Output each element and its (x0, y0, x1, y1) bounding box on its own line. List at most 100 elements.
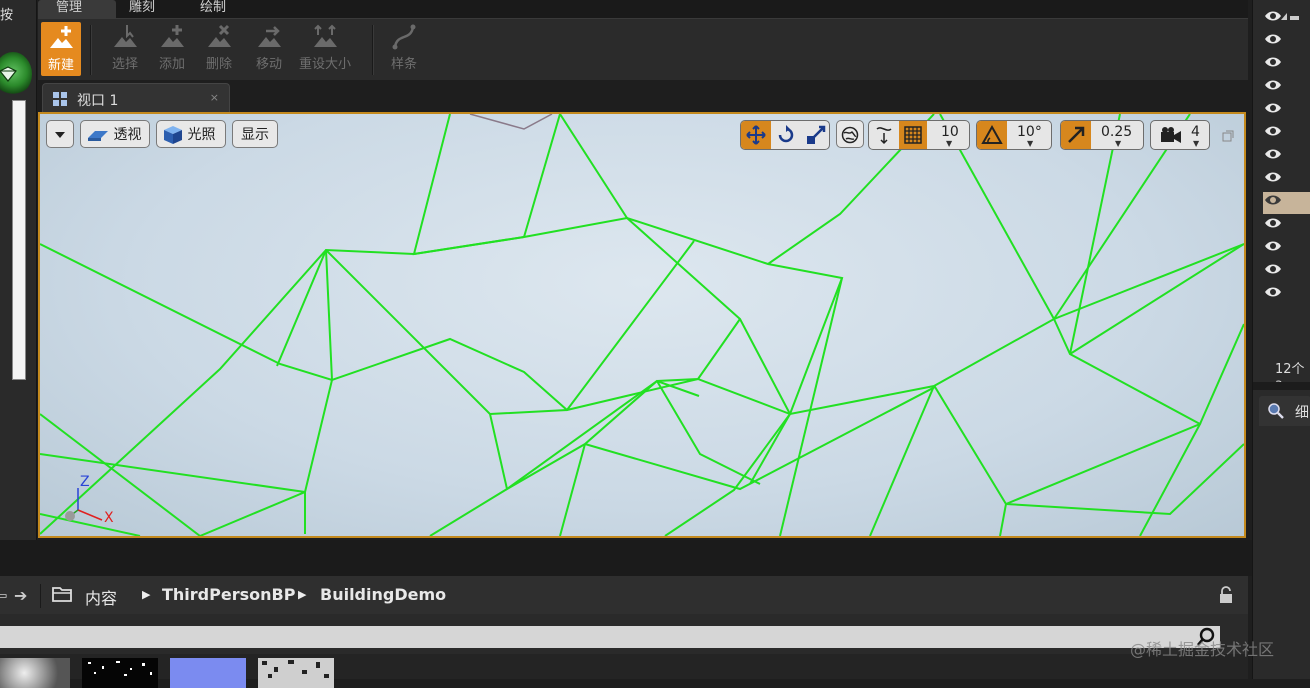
pathbar-divider (40, 584, 41, 608)
watermark: @稀土掘金技术社区 (1130, 640, 1275, 659)
grid-snap-value[interactable]: 10 (941, 124, 959, 140)
select-button[interactable]: 选择 (104, 19, 146, 81)
content-browser-pathbar: ⇦ ➔ 内容 ▶ ThirdPersonBP ▶ BuildingDemo (0, 576, 1248, 614)
breadcrumb-separator-icon[interactable]: ▶ (298, 588, 306, 601)
world-local-toggle[interactable] (836, 120, 864, 148)
visibility-row[interactable] (1263, 77, 1310, 99)
world-outliner-panel: 12个a 细 (1252, 0, 1310, 679)
eye-icon (1265, 126, 1281, 136)
chevron-down-icon (55, 132, 65, 138)
grid-snap-toggle[interactable] (899, 121, 927, 149)
left-scrollbar[interactable] (12, 100, 26, 380)
add-button[interactable]: 添加 (151, 19, 193, 81)
visibility-row[interactable] (1263, 215, 1310, 237)
scale-snap-icon (1068, 126, 1085, 143)
delete-icon (208, 24, 231, 47)
visibility-row[interactable] (1263, 31, 1310, 53)
close-icon[interactable]: × (210, 91, 219, 104)
visibility-row[interactable] (1263, 261, 1310, 283)
mode-tabs: 管理 雕刻 绘制 (38, 0, 1248, 18)
move-button[interactable]: 移动 (245, 19, 293, 81)
viewport-tab-title: 视口 1 (77, 93, 119, 109)
forward-icon[interactable]: ➔ (14, 586, 27, 605)
delete-button[interactable]: 删除 (198, 19, 240, 81)
eye-icon (1265, 195, 1281, 205)
landscape-wireframe (40, 114, 1244, 536)
panel-separator (1253, 382, 1310, 390)
translate-mode-button[interactable] (741, 121, 771, 149)
rotate-icon (778, 125, 794, 143)
back-icon[interactable]: ⇦ (0, 586, 7, 605)
left-panel-label: 按 (0, 8, 14, 23)
camera-speed-group[interactable]: 4 ▼ (1150, 120, 1210, 150)
asset-thumbnail[interactable] (170, 658, 246, 688)
viewport-tab[interactable]: 视口 1 × (42, 83, 230, 113)
rotate-mode-button[interactable] (771, 121, 801, 149)
visibility-row[interactable] (1263, 123, 1310, 145)
move-label: 移动 (255, 57, 282, 72)
details-tab-label: 细 (1295, 405, 1309, 421)
details-tab[interactable]: 细 (1259, 396, 1310, 426)
scale-snap-value[interactable]: 0.25 (1101, 124, 1132, 140)
lock-icon[interactable] (1218, 586, 1234, 604)
globe-icon (841, 126, 859, 144)
chevron-down-icon: ▼ (1115, 139, 1122, 148)
left-panel-strip: 按 (0, 0, 37, 540)
maximize-viewport-icon[interactable] (1222, 130, 1234, 142)
eye-icon (1265, 172, 1281, 182)
visibility-row[interactable] (1263, 284, 1310, 306)
lighting-label: 光照 (187, 127, 216, 143)
visibility-row[interactable] (1263, 169, 1310, 191)
visibility-row[interactable] (1263, 54, 1310, 76)
resize-icon (314, 24, 337, 47)
perspective-button[interactable]: 透视 (80, 120, 150, 148)
tab-paint[interactable]: 绘制 (182, 0, 254, 18)
visibility-row[interactable] (1263, 146, 1310, 168)
show-label: 显示 (241, 127, 269, 143)
rotation-snap-toggle[interactable] (977, 121, 1007, 149)
asset-thumbnail[interactable] (0, 658, 70, 688)
level-viewport[interactable]: 透视 光照 显示 10 ▼ 10° ▼ 0.25 ▼ 4 ▼ Z X (38, 112, 1246, 538)
move-arrows-icon (746, 125, 766, 145)
visibility-row[interactable] (1263, 100, 1310, 122)
rotation-snap-group: 10° ▼ (976, 120, 1052, 150)
breadcrumb-root[interactable]: 内容 (85, 585, 117, 609)
breadcrumb-thirdpersonbp[interactable]: ThirdPersonBP (162, 585, 295, 604)
rotation-snap-value[interactable]: 10° (1017, 124, 1042, 140)
chevron-down-icon: ▼ (946, 139, 953, 148)
details-search-icon (1268, 403, 1284, 419)
new-button[interactable]: 新建 (41, 22, 81, 76)
move-icon (258, 26, 281, 47)
asset-thumbnails (0, 654, 1248, 688)
axis-z-label: Z (80, 474, 90, 490)
spline-button[interactable]: 样条 (384, 19, 424, 81)
breadcrumb-buildingdemo[interactable]: BuildingDemo (320, 585, 446, 604)
asset-thumbnail[interactable] (258, 658, 334, 688)
tab-manage[interactable]: 管理 (38, 0, 116, 18)
surface-snap-button[interactable] (869, 121, 899, 149)
breadcrumb-separator-icon[interactable]: ▶ (142, 588, 150, 601)
scale-mode-button[interactable] (801, 121, 829, 149)
visibility-row-selected[interactable] (1263, 192, 1310, 214)
new-label: 新建 (47, 58, 74, 73)
resize-button[interactable]: 重设大小 (294, 19, 356, 81)
spline-label: 样条 (390, 57, 417, 72)
show-button[interactable]: 显示 (232, 120, 278, 148)
viewport-tabbar: 视口 1 × (38, 80, 1248, 113)
scale-icon (807, 125, 826, 144)
panel-gap (0, 540, 1252, 576)
scale-snap-toggle[interactable] (1061, 121, 1091, 149)
mask-texture-icon (262, 660, 329, 678)
asset-thumbnail[interactable] (82, 658, 158, 688)
eye-icon (1265, 149, 1281, 159)
green-gem-icon[interactable] (0, 52, 32, 96)
visibility-row[interactable] (1263, 8, 1310, 30)
eye-icon (1265, 264, 1281, 274)
viewport-options-button[interactable] (46, 120, 74, 148)
content-search-input[interactable] (0, 626, 1220, 648)
viewport-layout-icon (53, 92, 67, 106)
visibility-row[interactable] (1263, 238, 1310, 260)
tab-sculpt[interactable]: 雕刻 (111, 0, 183, 18)
lighting-button[interactable]: 光照 (156, 120, 226, 148)
toolbar-divider (372, 25, 374, 75)
